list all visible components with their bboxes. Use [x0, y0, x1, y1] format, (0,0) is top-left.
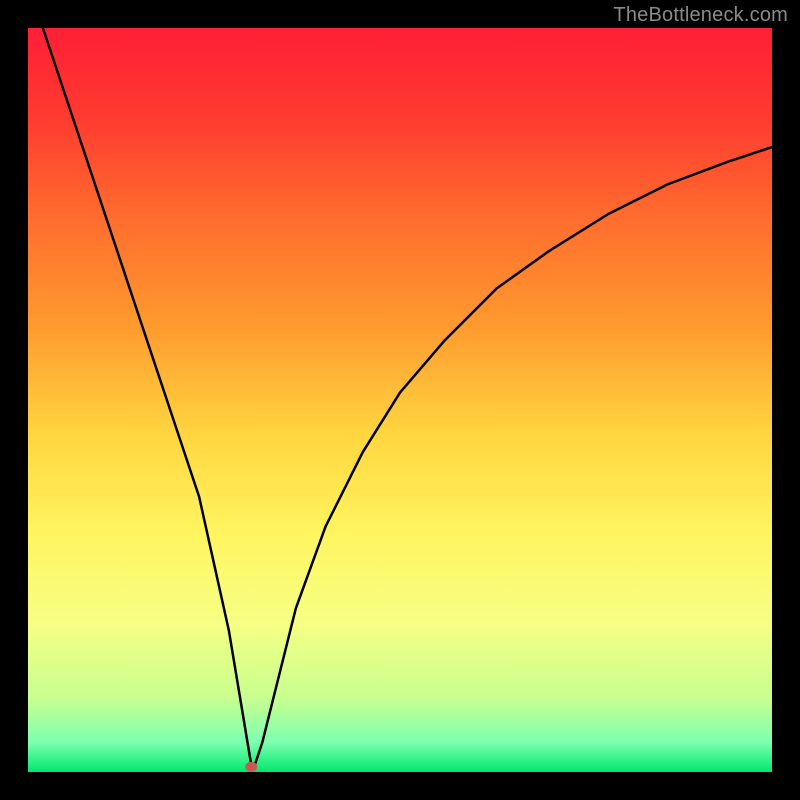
plot-area	[28, 28, 772, 772]
chart-svg	[28, 28, 772, 772]
optimum-marker	[245, 762, 257, 772]
gradient-background	[28, 28, 772, 772]
watermark-text: TheBottleneck.com	[613, 4, 788, 27]
chart-frame: TheBottleneck.com	[0, 0, 800, 800]
